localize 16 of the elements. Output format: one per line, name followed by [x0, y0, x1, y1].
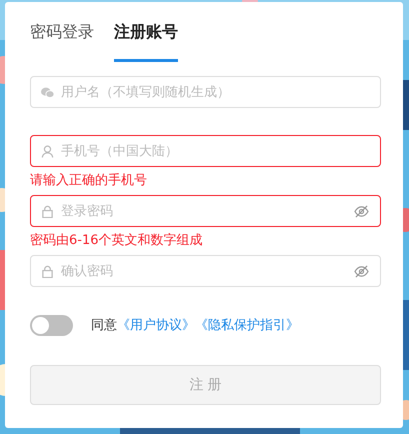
toggle-switch[interactable] [30, 314, 73, 336]
eye-slash-icon[interactable] [354, 265, 369, 278]
chat-icon [41, 86, 54, 99]
eye-slash-icon[interactable] [354, 205, 369, 218]
lock-icon [41, 265, 54, 278]
input-field[interactable]: 登录密码 [30, 195, 381, 227]
agree-label: 同意 [91, 317, 117, 334]
tab[interactable]: 密码登录 [30, 22, 94, 62]
error-message: 密码由6-16个英文和数字组成 [30, 232, 204, 250]
user-icon [41, 145, 54, 158]
lock-icon [41, 205, 54, 218]
input-field[interactable]: 手机号（中国大陆） [30, 135, 381, 167]
agreement-link[interactable]: 《隐私保护指引》 [195, 316, 299, 334]
tab[interactable]: 注册账号 [114, 22, 178, 62]
error-message: 请输入正确的手机号 [30, 172, 148, 190]
agreement-link[interactable]: 《用户协议》 [117, 316, 195, 334]
